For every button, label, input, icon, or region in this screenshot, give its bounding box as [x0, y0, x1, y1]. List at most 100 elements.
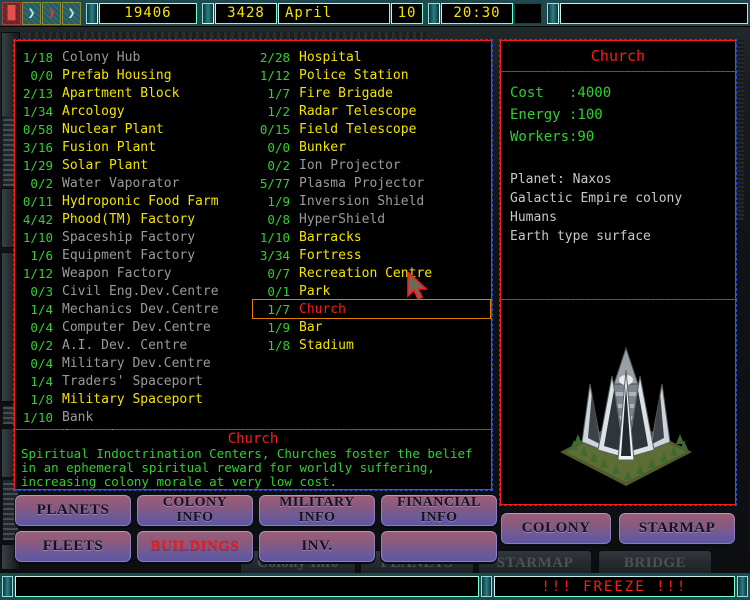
building-row-right-6[interactable]: 0/2 Ion Projector — [253, 156, 490, 174]
building-quantity: 0/15 — [259, 121, 290, 137]
button-label: BUILDINGS — [150, 537, 240, 554]
building-row-left-5[interactable]: 3/16 Fusion Plant — [16, 138, 253, 156]
building-name: Hospital — [299, 49, 362, 65]
building-list[interactable]: 1/18 Colony Hub 0/0 Prefab Housing 2/13 Apart… — [16, 44, 491, 443]
building-row-right-8[interactable]: 1/9 Inversion Shield — [253, 192, 490, 210]
next-turn-button[interactable]: ❯ — [62, 1, 81, 25]
building-row-left-1[interactable]: 0/0 Prefab Housing — [16, 66, 253, 84]
building-row-left-11[interactable]: 1/6 Equipment Factory — [16, 246, 253, 264]
day-field: 10 — [391, 2, 423, 24]
bar-cap-4 — [547, 2, 559, 24]
building-row-left-10[interactable]: 1/10 Spaceship Factory — [16, 228, 253, 246]
church-building-image — [560, 346, 692, 486]
building-name: Fortress — [299, 247, 362, 263]
planet-line-1: Galactic Empire colony — [510, 191, 683, 206]
play-button[interactable]: ❯ — [22, 1, 41, 25]
building-row-left-13[interactable]: 0/3 Civil Eng.Dev.Centre — [16, 282, 253, 300]
nav-button-inv-[interactable]: INV. — [258, 530, 376, 563]
building-row-left-0[interactable]: 1/18 Colony Hub — [16, 48, 253, 66]
pause-button[interactable]: ▐▌ — [2, 1, 21, 25]
building-quantity: 1/12 — [22, 265, 53, 281]
building-quantity: 0/1 — [267, 283, 290, 299]
fast-forward-button[interactable]: ❯ — [42, 1, 61, 25]
building-row-right-0[interactable]: 2/28 Hospital — [253, 48, 490, 66]
building-row-left-14[interactable]: 1/4 Mechanics Dev.Centre — [16, 300, 253, 318]
bar-cap-2 — [202, 2, 214, 24]
building-row-left-17[interactable]: 0/4 Military Dev.Centre — [16, 354, 253, 372]
building-row-right-13[interactable]: 0/1 Park — [253, 282, 490, 300]
building-name: Field Telescope — [299, 121, 417, 137]
building-name: Phood(TM) Factory — [62, 211, 196, 227]
year-field: 3428 — [215, 2, 277, 24]
building-row-right-3[interactable]: 1/2 Radar Telescope — [253, 102, 490, 120]
building-row-left-8[interactable]: 0/11 Hydroponic Food Farm — [16, 192, 253, 210]
building-name: Civil Eng.Dev.Centre — [62, 283, 219, 299]
building-row-left-6[interactable]: 1/29 Solar Plant — [16, 156, 253, 174]
building-quantity: 0/8 — [267, 211, 290, 227]
building-quantity: 2/28 — [259, 49, 290, 65]
building-name: Mechanics Dev.Centre — [62, 301, 219, 317]
detail-title: Church — [590, 47, 646, 65]
nav-button-military-info[interactable]: MILITARY INFO — [258, 494, 376, 527]
building-row-right-14[interactable]: 1/7 Church — [252, 299, 491, 319]
building-quantity: 1/2 — [267, 103, 290, 119]
building-name: Equipment Factory — [62, 247, 196, 263]
building-row-left-20[interactable]: 1/10 Bank — [16, 408, 253, 426]
nav-button-blank[interactable] — [380, 530, 498, 563]
description-title: Church — [227, 431, 279, 447]
building-row-right-7[interactable]: 5/77 Plasma Projector — [253, 174, 490, 192]
building-row-left-18[interactable]: 1/4 Traders' Spaceport — [16, 372, 253, 390]
building-row-left-7[interactable]: 0/2 Water Vaporator — [16, 174, 253, 192]
building-row-right-5[interactable]: 0/0 Bunker — [253, 138, 490, 156]
building-quantity: 3/16 — [22, 139, 53, 155]
top-message-field — [560, 2, 748, 24]
building-name: Weapon Factory — [62, 265, 172, 281]
building-row-right-4[interactable]: 0/15 Field Telescope — [253, 120, 490, 138]
building-name: Bank — [62, 409, 94, 425]
nav-button-fleets[interactable]: FLEETS — [14, 530, 132, 563]
building-row-left-2[interactable]: 2/13 Apartment Block — [16, 84, 253, 102]
building-quantity: 1/10 — [22, 409, 53, 425]
description-line-1: in an ephemeral spiritual reward for wor… — [21, 460, 435, 475]
building-quantity: 1/7 — [267, 301, 290, 317]
building-row-right-1[interactable]: 1/12 Police Station — [253, 66, 490, 84]
building-row-right-11[interactable]: 3/34 Fortress — [253, 246, 490, 264]
building-name: Spaceship Factory — [62, 229, 196, 245]
nav-button-starmap[interactable]: STARMAP — [618, 512, 736, 545]
building-row-left-9[interactable]: 4/42 Phood(TM) Factory — [16, 210, 253, 228]
building-row-right-10[interactable]: 1/10 Barracks — [253, 228, 490, 246]
building-row-left-15[interactable]: 0/4 Computer Dev.Centre — [16, 318, 253, 336]
nav-button-financial-info[interactable]: FINANCIAL INFO — [380, 494, 498, 527]
button-label: COLONY — [162, 495, 228, 511]
status-cap-right — [737, 576, 748, 597]
nav-button-planets[interactable]: PLANETS — [14, 494, 132, 527]
nav-button-colony-info[interactable]: COLONY INFO — [136, 494, 254, 527]
planet-info: Planet: Naxos Galactic Empire colony Human… — [501, 148, 735, 246]
building-row-left-4[interactable]: 0/58 Nuclear Plant — [16, 120, 253, 138]
status-bar: !!! FREEZE !!! — [0, 573, 750, 600]
building-row-right-2[interactable]: 1/7 Fire Brigade — [253, 84, 490, 102]
building-quantity: 0/2 — [267, 157, 290, 173]
building-row-right-12[interactable]: 0/7 Recreation Centre — [253, 264, 490, 282]
building-name: Nuclear Plant — [62, 121, 164, 137]
nav-button-buildings[interactable]: BUILDINGS — [136, 530, 254, 563]
nav-button-colony[interactable]: COLONY — [500, 512, 612, 545]
building-row-left-19[interactable]: 1/8 Military Spaceport — [16, 390, 253, 408]
building-row-right-15[interactable]: 1/9 Bar — [253, 318, 490, 336]
building-list-left-column[interactable]: 1/18 Colony Hub 0/0 Prefab Housing 2/13 Apart… — [16, 44, 253, 443]
description-line-0: Spiritual Indoctrination Centers, Church… — [21, 446, 473, 461]
building-row-right-9[interactable]: 0/8 HyperShield — [253, 210, 490, 228]
building-list-right-column[interactable]: 2/28 Hospital 1/12 Police Station 1/7 Fire Br… — [252, 44, 491, 426]
building-name: Inversion Shield — [299, 193, 425, 209]
building-quantity: 3/34 — [259, 247, 290, 263]
building-quantity: 1/8 — [30, 391, 53, 407]
clock-field: 20:30 — [441, 2, 513, 24]
building-quantity: 0/2 — [30, 337, 53, 353]
building-row-left-12[interactable]: 1/12 Weapon Factory — [16, 264, 253, 282]
bar-cap-3 — [428, 2, 440, 24]
building-row-left-16[interactable]: 0/2 A.I. Dev. Centre — [16, 336, 253, 354]
building-row-right-16[interactable]: 1/8 Stadium — [253, 336, 490, 354]
building-quantity: 0/11 — [22, 193, 53, 209]
button-label: COLONY — [521, 519, 591, 536]
building-row-left-3[interactable]: 1/34 Arcology — [16, 102, 253, 120]
